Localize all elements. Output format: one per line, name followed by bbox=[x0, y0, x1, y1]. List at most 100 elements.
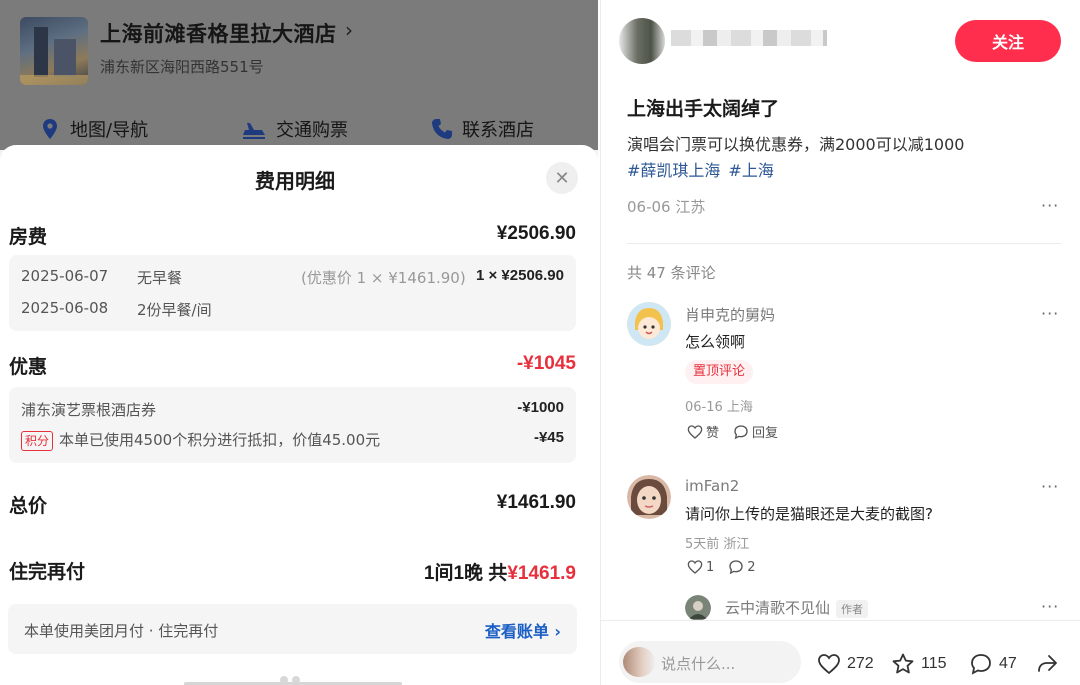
quick-links: 地图/导航 交通购票 联系酒店 bbox=[0, 110, 598, 146]
post-body: 演唱会门票可以换优惠券，满2000可以减1000 bbox=[627, 135, 965, 154]
reply-author[interactable]: 云中清歌不见仙 作者 bbox=[725, 597, 869, 618]
room-fee-amount: ¥2506.90 bbox=[496, 223, 576, 244]
commenter-avatar[interactable] bbox=[627, 302, 671, 346]
my-avatar bbox=[623, 647, 655, 677]
coupon-amount: -¥1000 bbox=[517, 399, 564, 416]
like-count: 272 bbox=[847, 655, 874, 672]
commenter-name[interactable]: 肖申克的舅妈 bbox=[685, 304, 775, 325]
room-fee-breakdown: 2025-06-07 无早餐 (优惠价 1 × ¥1461.90) 1 × ¥2… bbox=[9, 255, 576, 331]
room-fee-label: 房费 bbox=[9, 226, 48, 248]
share-button[interactable] bbox=[1035, 652, 1059, 676]
reply-author-name: 云中清歌不见仙 bbox=[725, 599, 831, 617]
chevron-right-icon[interactable]: › bbox=[345, 18, 353, 42]
commenter-name[interactable]: imFan2 bbox=[685, 477, 739, 495]
points-amount: -¥45 bbox=[533, 429, 564, 446]
comment-input[interactable]: 说点什么... bbox=[619, 641, 801, 683]
view-bill-link[interactable]: 查看账单 › bbox=[485, 618, 561, 642]
heart-icon bbox=[818, 654, 840, 675]
like-post-button[interactable]: 272 bbox=[817, 652, 874, 676]
more-icon[interactable]: ··· bbox=[1041, 304, 1059, 323]
like-count: 1 bbox=[706, 559, 715, 575]
reply-count: 2 bbox=[747, 559, 756, 575]
comments-total: 47 bbox=[999, 655, 1017, 672]
social-post-panel: 关注 上海出手太阔绰了 演唱会门票可以换优惠券，满2000可以减1000 #薛凯… bbox=[600, 0, 1080, 685]
pinned-comment-badge: 置顶评论 bbox=[685, 360, 754, 384]
pay-later-amount: ¥1461.9 bbox=[507, 563, 576, 584]
map-navigation-link[interactable]: 地图/导航 bbox=[38, 116, 148, 142]
view-bill-label: 查看账单 bbox=[484, 622, 549, 641]
comment-bubble-icon bbox=[729, 560, 743, 575]
post-title: 上海出手太阔绰了 bbox=[627, 98, 780, 120]
comment-input-placeholder: 说点什么... bbox=[661, 655, 736, 673]
payment-note: 本单使用美团月付 · 住完再付 bbox=[24, 622, 219, 640]
coupon-desc: 浦东演艺票根酒店券 bbox=[21, 401, 157, 419]
transport-tickets-label: 交通购票 bbox=[276, 120, 348, 141]
sheet-title: 费用明细 bbox=[255, 169, 335, 193]
more-icon[interactable]: ··· bbox=[1041, 196, 1059, 215]
hotel-header: 上海前滩香格里拉大酒店 › 浦东新区海阳西路551号 地图/导航 交通购票 联系… bbox=[0, 0, 598, 150]
payment-method-strip: 本单使用美团月付 · 住完再付 查看账单 › bbox=[8, 604, 577, 654]
heart-icon bbox=[687, 424, 703, 439]
heart-icon bbox=[687, 560, 703, 574]
comment-text: 请问你上传的是猫眼还是大麦的截图? bbox=[685, 505, 933, 523]
author-name-blurred[interactable] bbox=[671, 30, 827, 46]
hotel-fee-panel: 上海前滩香格里拉大酒店 › 浦东新区海阳西路551号 地图/导航 交通购票 联系… bbox=[0, 0, 598, 685]
commenter-avatar[interactable] bbox=[627, 475, 671, 519]
reply-avatar[interactable] bbox=[685, 595, 711, 621]
close-icon[interactable]: ✕ bbox=[546, 162, 578, 194]
total-label: 总价 bbox=[9, 495, 48, 517]
map-navigation-label: 地图/导航 bbox=[70, 120, 149, 141]
comment-count: 共 47 条评论 bbox=[627, 264, 716, 282]
comment-bubble-icon bbox=[971, 654, 991, 675]
transport-tickets-link[interactable]: 交通购票 bbox=[240, 116, 348, 142]
like-button[interactable]: 赞 bbox=[687, 422, 719, 441]
transport-icon bbox=[243, 123, 265, 139]
collect-count: 115 bbox=[921, 655, 947, 672]
page-dots bbox=[280, 669, 310, 684]
pay-later-prefix: 1间1晚 共 bbox=[423, 563, 508, 584]
comment-text: 怎么领啊 bbox=[685, 333, 746, 351]
discount-label: 优惠 bbox=[9, 356, 48, 378]
comment-actions: 赞 回复 bbox=[687, 422, 778, 441]
hashtag-link[interactable]: #薛凯琪上海 bbox=[627, 161, 720, 180]
fee-detail-sheet: 费用明细 ✕ 房费 ¥2506.90 2025-06-07 无早餐 (优惠价 1… bbox=[0, 145, 598, 685]
comment-meta: 5天前 浙江 bbox=[685, 537, 750, 552]
contact-hotel-link[interactable]: 联系酒店 bbox=[430, 116, 534, 142]
comment-meta: 06-16 上海 bbox=[685, 400, 753, 415]
star-icon bbox=[892, 653, 914, 674]
points-desc: 本单已使用4500个积分进行抵扣，价值45.00元 bbox=[59, 431, 381, 449]
reply-button[interactable]: 2 bbox=[728, 559, 756, 575]
hotel-address: 浦东新区海阳西路551号 bbox=[100, 58, 264, 76]
discount-amount: -¥1045 bbox=[516, 353, 576, 374]
room-date-1: 2025-06-07 bbox=[21, 267, 109, 285]
comment-actions: 1 2 bbox=[687, 559, 756, 575]
points-tag: 积分 bbox=[21, 431, 54, 451]
collect-button[interactable]: 115 bbox=[891, 652, 947, 676]
pay-later-summary: 1间1晚 共¥1461.9 bbox=[424, 558, 576, 585]
like-button[interactable]: 1 bbox=[687, 559, 714, 575]
contact-hotel-label: 联系酒店 bbox=[462, 120, 534, 141]
room-date-2: 2025-06-08 bbox=[21, 299, 109, 317]
more-icon[interactable]: ··· bbox=[1041, 597, 1059, 616]
comments-button[interactable]: 47 bbox=[969, 652, 1017, 676]
author-badge: 作者 bbox=[836, 599, 869, 618]
discount-breakdown: 浦东演艺票根酒店券 -¥1000 积分 本单已使用4500个积分进行抵扣，价值45… bbox=[9, 387, 576, 463]
points-line: 积分 本单已使用4500个积分进行抵扣，价值45.00元 bbox=[21, 429, 380, 451]
post-hashtags: #薛凯琪上海 #上海 bbox=[627, 157, 782, 181]
reply-label: 回复 bbox=[752, 426, 779, 441]
pay-later-label: 住完再付 bbox=[9, 561, 86, 583]
follow-button[interactable]: 关注 bbox=[955, 20, 1061, 62]
hashtag-link[interactable]: #上海 bbox=[728, 161, 773, 180]
hotel-name[interactable]: 上海前滩香格里拉大酒店 bbox=[100, 18, 337, 48]
phone-icon bbox=[432, 119, 452, 139]
share-icon bbox=[1038, 655, 1057, 672]
total-amount: ¥1461.90 bbox=[496, 492, 576, 513]
author-avatar[interactable] bbox=[619, 18, 665, 64]
reply-button[interactable]: 回复 bbox=[733, 422, 778, 441]
room-promo-1: (优惠价 1 × ¥1461.90) bbox=[301, 269, 466, 287]
more-icon[interactable]: ··· bbox=[1041, 477, 1059, 496]
divider bbox=[627, 243, 1061, 244]
hotel-thumbnail[interactable] bbox=[20, 17, 88, 85]
room-desc-2: 2份早餐/间 bbox=[137, 301, 212, 319]
chevron-right-icon: › bbox=[554, 622, 561, 641]
